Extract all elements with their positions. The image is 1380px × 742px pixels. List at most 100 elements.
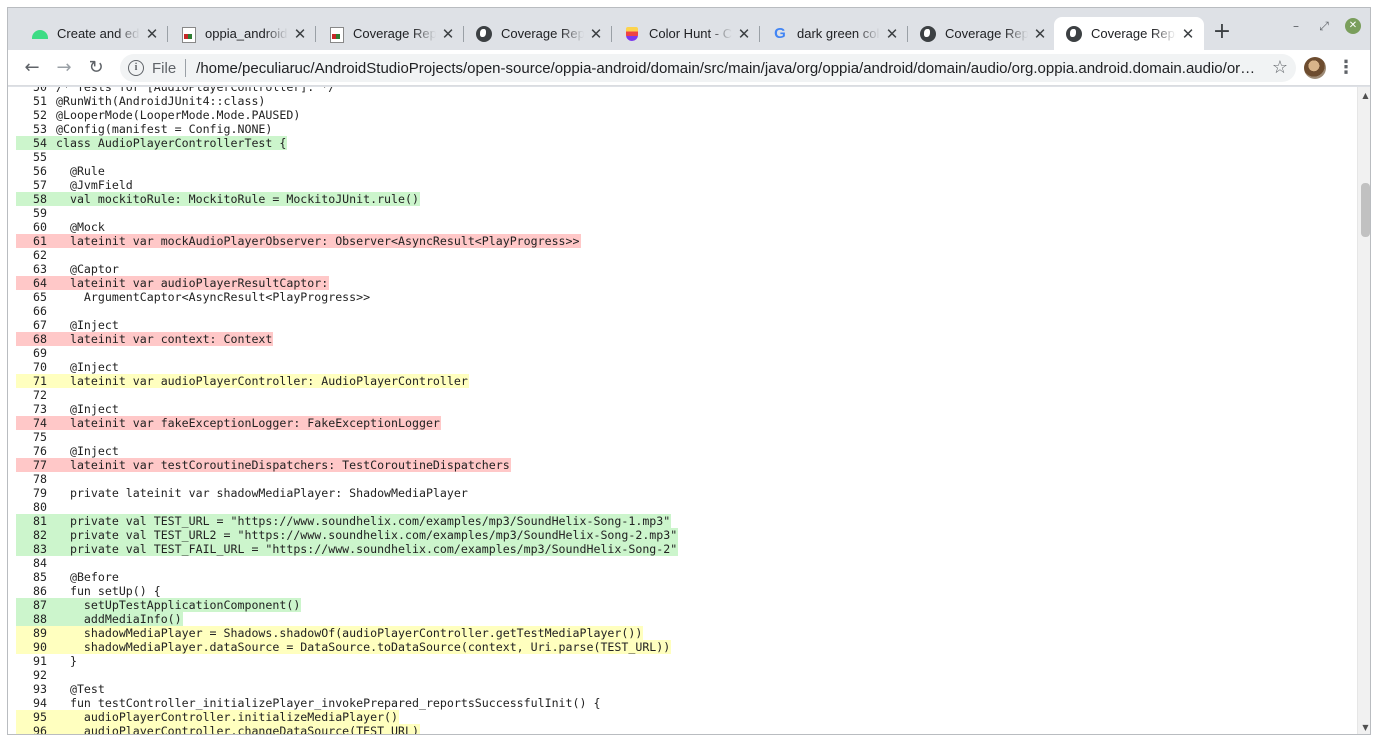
code-line: 58 val mockitoRule: MockitoRule = Mockit… (16, 192, 1336, 206)
tab-coverage-report-1[interactable]: Coverage Report ✕ (316, 17, 464, 50)
tab-coverage-report-3[interactable]: Coverage Report ✕ (908, 17, 1056, 50)
bookmark-star-icon[interactable]: ☆ (1272, 58, 1288, 78)
address-bar[interactable]: i File /home/peculiaruc/AndroidStudioPro… (120, 54, 1296, 82)
line-code: lateinit var mockAudioPlayerObserver: Ob… (56, 234, 581, 248)
line-code: private val TEST_URL = "https://www.soun… (56, 514, 672, 528)
line-number: 90 (16, 640, 51, 654)
line-number: 77 (16, 458, 51, 472)
line-number: 61 (16, 234, 51, 248)
scroll-up-arrow-icon[interactable]: ▲ (1358, 88, 1370, 103)
scrollbar-thumb[interactable] (1361, 183, 1370, 237)
close-icon[interactable]: ✕ (1180, 26, 1196, 42)
line-number: 67 (33, 318, 47, 332)
code-line: 67 @Inject (16, 318, 1336, 332)
toolbar: ← → ↻ i File /home/peculiaruc/AndroidStu… (8, 50, 1370, 86)
line-code: @Inject (56, 318, 119, 332)
line-number: 76 (33, 444, 47, 458)
close-icon[interactable]: ✕ (736, 26, 752, 42)
code-line: 56 @Rule (16, 164, 1336, 178)
line-number: 52 (33, 108, 47, 122)
vertical-scrollbar[interactable]: ▲ ▼ (1357, 87, 1370, 734)
back-arrow-icon[interactable]: ← (20, 56, 44, 80)
line-code: class AudioPlayerControllerTest { (56, 136, 288, 150)
line-code: @LooperMode(LooperMode.Mode.PAUSED) (56, 108, 301, 122)
line-number: 82 (16, 528, 51, 542)
line-code: audioPlayerController.changeDataSource(T… (56, 724, 420, 734)
line-code: @Inject (56, 444, 119, 458)
line-number: 62 (33, 248, 47, 262)
close-icon[interactable]: ✕ (144, 26, 160, 42)
tab-color-hunt[interactable]: Color Hunt - Color Palettes ✕ (612, 17, 760, 50)
line-code: private lateinit var shadowMediaPlayer: … (56, 486, 468, 500)
code-line: 84 (16, 556, 1336, 570)
tab-title: Coverage Report (353, 26, 436, 41)
line-code: lateinit var fakeExceptionLogger: FakeEx… (56, 416, 441, 430)
line-code: fun testController_initializePlayer_invo… (56, 696, 601, 710)
line-code: fun setUp() { (56, 584, 161, 598)
line-code: } (56, 654, 77, 668)
code-line: 92 (16, 668, 1336, 682)
scroll-down-arrow-icon[interactable]: ▼ (1358, 720, 1370, 734)
line-code: @Config(manifest = Config.NONE) (56, 122, 273, 136)
code-line: 75 (16, 430, 1336, 444)
scheme-label: File (152, 59, 177, 77)
tab-oppia-android[interactable]: oppia_android ✕ (168, 17, 316, 50)
line-number: 58 (16, 192, 51, 206)
close-icon[interactable]: ✕ (292, 26, 308, 42)
tab-title: Coverage Report (945, 26, 1028, 41)
line-number: 81 (16, 514, 51, 528)
close-icon[interactable]: ✕ (588, 26, 604, 42)
line-number: 55 (33, 150, 47, 164)
close-icon[interactable]: ✕ (884, 26, 900, 42)
line-code: addMediaInfo() (56, 612, 183, 626)
profile-avatar[interactable] (1304, 57, 1326, 79)
tab-title: Create and edit (57, 26, 140, 41)
line-code: @RunWith(AndroidJUnit4::class) (56, 94, 266, 108)
line-code: private val TEST_FAIL_URL = "https://www… (56, 542, 679, 556)
tab-create-and-edit[interactable]: Create and edit ✕ (20, 17, 168, 50)
code-line: 71 lateinit var audioPlayerController: A… (16, 374, 1336, 388)
page-content: 50 /* Tests for [AudioPlayerController]. … (8, 87, 1357, 734)
code-line: 59 (16, 206, 1336, 220)
code-line: 73 @Inject (16, 402, 1336, 416)
line-code: @Test (56, 682, 105, 696)
menu-icon[interactable]: ⋮ (1336, 56, 1356, 80)
line-number: 87 (16, 598, 51, 612)
line-number: 68 (16, 332, 51, 346)
reload-icon[interactable]: ↻ (84, 56, 108, 80)
code-line: 53 @Config(manifest = Config.NONE) (16, 122, 1336, 136)
code-line: 91 } (16, 654, 1336, 668)
line-number: 73 (33, 402, 47, 416)
new-tab-button[interactable]: + (1210, 21, 1234, 45)
globe-icon (1066, 25, 1082, 42)
line-code: /* Tests for [AudioPlayerController]. */ (56, 87, 336, 94)
restore-icon[interactable]: ⤢ (1316, 18, 1332, 34)
tab-google-search[interactable]: G dark green color ✕ (760, 17, 908, 50)
code-line: 79 private lateinit var shadowMediaPlaye… (16, 486, 1336, 500)
tab-coverage-report-active[interactable]: Coverage Report ✕ (1054, 17, 1204, 50)
line-number: 65 (33, 290, 47, 304)
line-number: 57 (33, 178, 47, 192)
line-number: 92 (33, 668, 47, 682)
forward-arrow-icon[interactable]: → (52, 56, 76, 80)
code-line: 93 @Test (16, 682, 1336, 696)
line-code: @Inject (56, 360, 119, 374)
line-number: 64 (16, 276, 51, 290)
info-icon[interactable]: i (128, 60, 144, 76)
url-text[interactable]: /home/peculiaruc/AndroidStudioProjects/o… (196, 60, 1256, 77)
minimize-icon[interactable]: – (1288, 18, 1304, 34)
tab-title: Color Hunt - Color Palettes (649, 26, 732, 41)
code-line: 74 lateinit var fakeExceptionLogger: Fak… (16, 416, 1336, 430)
line-code: @Inject (56, 402, 119, 416)
line-number: 83 (16, 542, 51, 556)
window-close-icon[interactable]: ✕ (1345, 18, 1361, 34)
globe-icon (476, 25, 492, 42)
close-icon[interactable]: ✕ (440, 26, 456, 42)
browser-window: Create and edit ✕ oppia_android ✕ Covera… (7, 7, 1371, 735)
line-number: 86 (33, 584, 47, 598)
line-number: 71 (16, 374, 51, 388)
line-number: 66 (33, 304, 47, 318)
close-icon[interactable]: ✕ (1032, 26, 1048, 42)
line-code: audioPlayerController.initializeMediaPla… (56, 710, 400, 724)
tab-coverage-report-2[interactable]: Coverage Report ✕ (464, 17, 612, 50)
